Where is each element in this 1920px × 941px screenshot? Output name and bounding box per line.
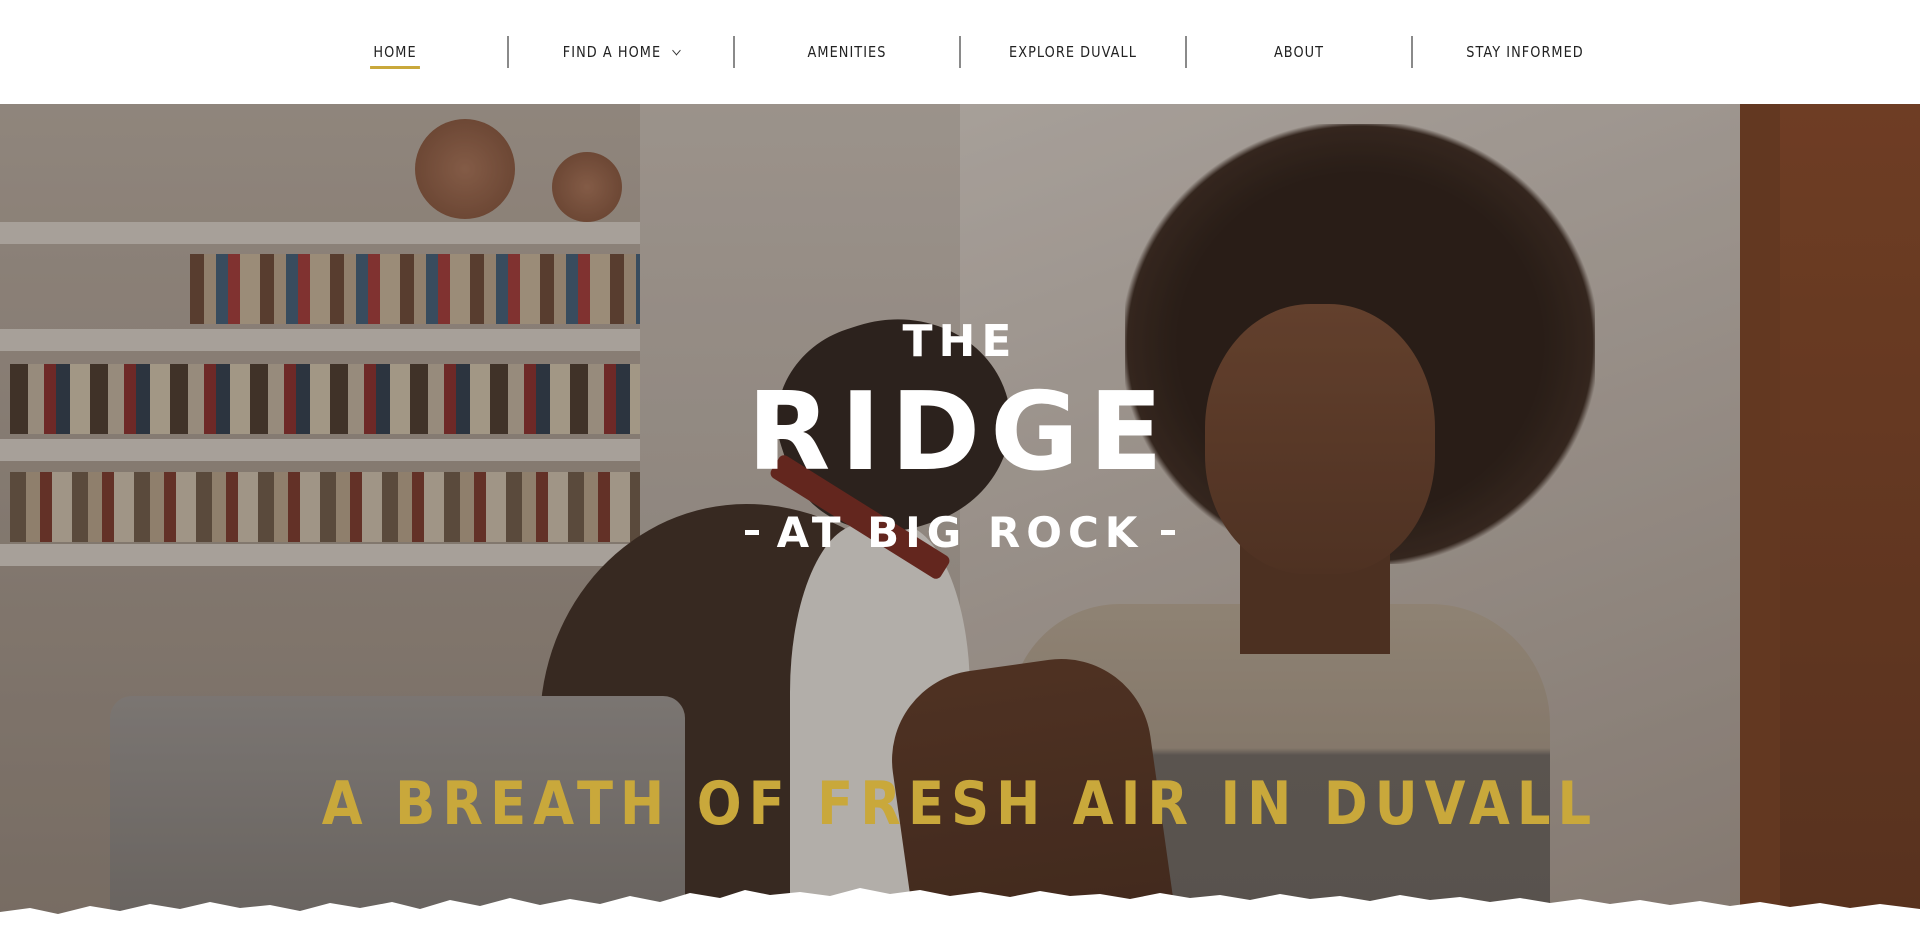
main-navigation: HOME FIND A HOME AMENITIES EXPLORE DUVAL…: [0, 0, 1920, 104]
nav-divider: [959, 36, 961, 68]
title-subtitle: AT BIG ROCK: [0, 508, 1920, 557]
nav-divider: [507, 36, 509, 68]
nav-divider: [733, 36, 735, 68]
nav-label-find-a-home: FIND A HOME: [562, 43, 662, 61]
dash-left: [744, 530, 759, 535]
title-ridge: RIDGE: [747, 370, 1173, 495]
hero-tagline: A BREATH OF FRESH AIR IN DUVALL: [321, 769, 1599, 839]
nav-item-about[interactable]: ABOUT: [1203, 32, 1396, 72]
nav-divider: [1411, 36, 1413, 68]
nav-label-about: ABOUT: [1273, 43, 1325, 61]
nav-item-amenities[interactable]: AMENITIES: [751, 32, 944, 72]
nav-label-home: HOME: [369, 43, 421, 69]
hero-logo-title: THE RIDGE AT BIG ROCK: [0, 318, 1920, 557]
nav-label-amenities: AMENITIES: [807, 43, 887, 61]
chevron-down-icon: [671, 45, 681, 55]
torn-paper-edge: [0, 888, 1920, 941]
hero-section: THE RIDGE AT BIG ROCK A BREATH OF FRESH …: [0, 104, 1920, 941]
nav-item-stay-informed[interactable]: STAY INFORMED: [1429, 32, 1622, 72]
nav-item-home[interactable]: HOME: [299, 32, 492, 72]
title-the: THE: [902, 316, 1018, 367]
nav-item-find-a-home[interactable]: FIND A HOME: [525, 32, 718, 72]
nav-label-stay-informed: STAY INFORMED: [1466, 43, 1584, 61]
nav-menu: HOME FIND A HOME AMENITIES EXPLORE DUVAL…: [283, 32, 1637, 72]
dash-right: [1161, 530, 1176, 535]
nav-divider: [1185, 36, 1187, 68]
title-sub-text: AT BIG ROCK: [776, 508, 1144, 557]
nav-item-explore-duvall[interactable]: EXPLORE DUVALL: [977, 32, 1170, 72]
nav-label-explore-duvall: EXPLORE DUVALL: [1009, 43, 1137, 61]
